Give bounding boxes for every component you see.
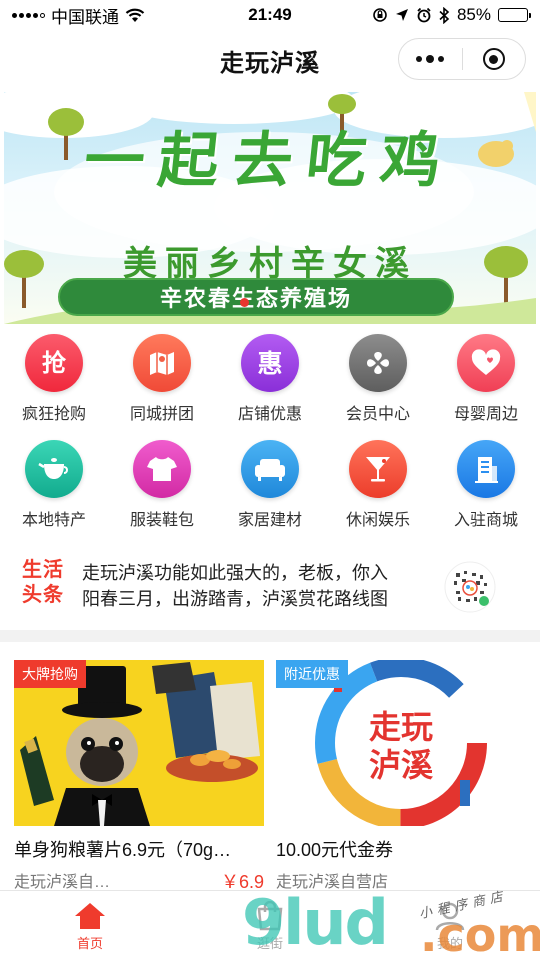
logo-text-bottom: 泸溪 xyxy=(369,746,434,784)
shop-icon xyxy=(257,901,283,931)
shirt-icon xyxy=(133,440,191,498)
tab-home[interactable]: 首页 xyxy=(0,891,180,960)
tab-mine[interactable]: 我的 xyxy=(360,891,540,960)
product-card[interactable]: 大牌抢购 单身狗粮薯片6.9元（70g… 走玩泸溪自… ￥6.9 xyxy=(14,660,264,894)
banner-ribbon: 辛农春生态养殖场 xyxy=(58,278,454,316)
category-label: 同城拼团 xyxy=(129,406,194,423)
bluetooth-icon xyxy=(439,6,450,24)
signal-strength-icon xyxy=(12,12,45,18)
status-right: 85% xyxy=(372,5,531,25)
bottom-tab-bar: 首页 逛街 我的 xyxy=(0,890,540,960)
status-left: 中国联通 xyxy=(12,3,145,28)
product-badge: 大牌抢购 xyxy=(14,660,86,688)
headline-tag-line2: 头条 xyxy=(22,584,64,606)
category-label: 入驻商城 xyxy=(453,512,518,529)
svg-text:抢: 抢 xyxy=(42,349,67,377)
category-mother-baby[interactable]: 母婴周边 xyxy=(432,334,540,424)
headline-item[interactable]: 阳春三月，出游踏青，泸溪赏花路线图 xyxy=(82,586,420,612)
product-badge: 附近优惠 xyxy=(276,660,348,688)
product-store: 走玩泸溪自营店 xyxy=(276,874,389,891)
close-target-icon xyxy=(482,48,505,70)
headline-list: 走玩泸溪功能如此强大的，老板，你入 阳春三月，出游踏青，泸溪赏花路线图 xyxy=(82,560,420,612)
logo-text-top: 走玩 xyxy=(369,708,433,746)
wifi-icon xyxy=(125,8,145,22)
home-icon xyxy=(75,903,105,929)
section-divider xyxy=(0,630,540,642)
location-icon xyxy=(395,9,408,21)
category-label: 服装鞋包 xyxy=(129,512,194,529)
close-mini-program-button[interactable] xyxy=(463,39,526,79)
banner-pagination-dot xyxy=(240,298,249,307)
mini-program-capsule xyxy=(398,38,526,80)
product-image: 大牌抢购 xyxy=(14,660,264,826)
category-label: 休闲娱乐 xyxy=(345,512,410,529)
category-group-buy[interactable]: 同城拼团 xyxy=(108,334,216,424)
page-title: 走玩泸溪 xyxy=(220,49,320,77)
discount-icon: 惠 xyxy=(241,334,299,392)
nav-bar: 走玩泸溪 xyxy=(0,30,540,90)
life-headlines[interactable]: 生活 头条 走玩泸溪功能如此强大的，老板，你入 阳春三月，出游踏青，泸溪赏花路线… xyxy=(0,548,540,628)
user-icon xyxy=(435,902,465,931)
tab-label: 首页 xyxy=(76,936,103,951)
svg-text:惠: 惠 xyxy=(257,349,282,378)
orientation-lock-icon xyxy=(373,8,387,22)
member-icon xyxy=(349,334,407,392)
banner-headline: 一起去吃鸡 xyxy=(80,126,459,196)
category-leisure[interactable]: 休闲娱乐 xyxy=(324,440,432,530)
tab-label: 我的 xyxy=(436,936,463,951)
category-home-building[interactable]: 家居建材 xyxy=(216,440,324,530)
category-label: 店铺优惠 xyxy=(237,406,302,423)
more-button[interactable] xyxy=(399,39,462,79)
headline-tag-line1: 生活 xyxy=(22,559,64,581)
category-grid: 抢 疯狂抢购 同城拼团 惠 店铺优惠 会员中心 母婴周边 本地特产 服装鞋包 家… xyxy=(0,324,540,538)
battery-percent: 85% xyxy=(456,5,491,24)
product-meta: 走玩泸溪自营店 xyxy=(276,868,526,892)
category-local-specialty[interactable]: 本地特产 xyxy=(0,440,108,530)
tab-label: 逛街 xyxy=(256,936,283,951)
category-clothing[interactable]: 服装鞋包 xyxy=(108,440,216,530)
category-label: 会员中心 xyxy=(345,406,410,423)
map-icon xyxy=(133,334,191,392)
sofa-icon xyxy=(241,440,299,498)
product-name: 单身狗粮薯片6.9元（70g… xyxy=(14,840,232,860)
grab-icon: 抢 xyxy=(25,334,83,392)
product-name: 10.00元代金券 xyxy=(276,840,394,860)
category-join-mall[interactable]: 入驻商城 xyxy=(432,440,540,530)
status-bar: 中国联通 21:49 85% xyxy=(0,0,540,30)
category-label: 本地特产 xyxy=(21,512,86,529)
headline-item[interactable]: 走玩泸溪功能如此强大的，老板，你入 xyxy=(82,560,420,586)
promo-banner[interactable]: 一起去吃鸡 美丽乡村辛女溪 辛农春生态养殖场 xyxy=(4,92,536,324)
teapot-icon xyxy=(25,440,83,498)
category-label: 母婴周边 xyxy=(453,406,518,423)
product-card[interactable]: 走玩 泸溪 附近优惠 10.00元代金券 走玩泸溪自营店 xyxy=(276,660,526,892)
product-image: 走玩 泸溪 附近优惠 xyxy=(276,660,526,826)
more-dots-icon xyxy=(416,55,445,63)
alarm-icon xyxy=(417,7,431,23)
category-label: 家居建材 xyxy=(237,512,302,529)
category-member-center[interactable]: 会员中心 xyxy=(324,334,432,424)
mini-program-code-icon[interactable] xyxy=(444,561,496,613)
headline-tag: 生活 头条 xyxy=(22,558,70,608)
category-label: 疯狂抢购 xyxy=(21,406,86,423)
category-crazy-deals[interactable]: 抢 疯狂抢购 xyxy=(0,334,108,424)
battery-icon xyxy=(498,8,531,22)
tab-shopping[interactable]: 逛街 xyxy=(180,891,360,960)
cocktail-icon xyxy=(349,440,407,498)
category-store-discount[interactable]: 惠 店铺优惠 xyxy=(216,334,324,424)
heart-icon xyxy=(457,334,515,392)
carrier-name: 中国联通 xyxy=(51,7,119,27)
building-icon xyxy=(457,440,515,498)
